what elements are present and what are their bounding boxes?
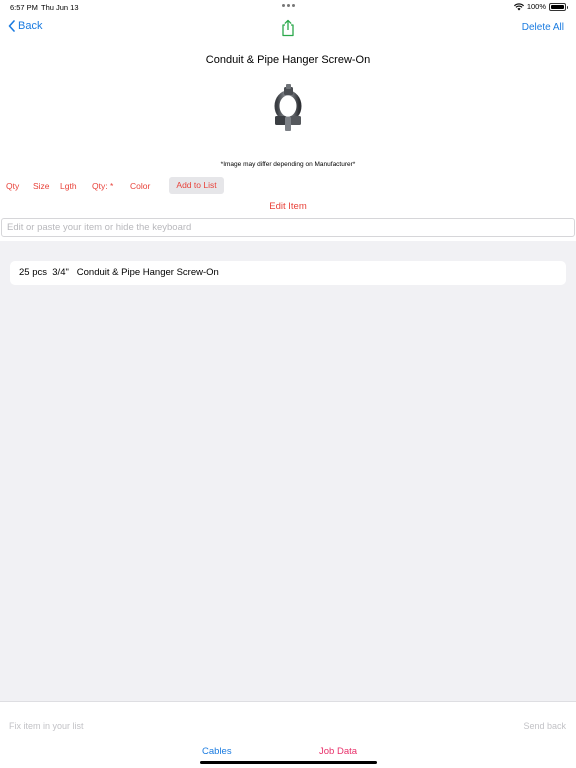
multitasking-dots-icon[interactable] (282, 4, 295, 7)
attribute-row: Qty Size Lgth Qty: * Color Add to List (0, 176, 576, 194)
size-button[interactable]: Size (33, 181, 50, 191)
item-title: Conduit & Pipe Hanger Screw-On (205, 54, 371, 66)
nav-bar: Back Delete All (0, 14, 576, 44)
tab-cables[interactable]: Cables (202, 746, 232, 757)
back-label: Back (18, 20, 43, 32)
wifi-icon (513, 2, 524, 10)
bottom-bar: Fix item in your list Send back Cables J… (0, 701, 576, 768)
battery-percent: 100% (526, 2, 546, 11)
edit-item-input[interactable] (1, 218, 575, 237)
status-time: 6:57 PM (10, 3, 38, 12)
status-date: Thu Jun 13 (41, 3, 79, 12)
qty-button[interactable]: Qty (6, 181, 19, 191)
share-icon[interactable] (280, 19, 296, 37)
home-indicator[interactable] (200, 761, 377, 764)
length-button[interactable]: Lgth (60, 181, 77, 191)
battery-icon (549, 2, 568, 11)
color-button[interactable]: Color (130, 181, 150, 191)
fix-item-input[interactable]: Fix item in your list (9, 721, 84, 731)
edit-item-button[interactable]: Edit Item (0, 201, 576, 212)
delete-all-button[interactable]: Delete All (522, 22, 564, 33)
pipe-hanger-image (274, 84, 302, 131)
status-right: 100% (513, 2, 568, 11)
add-to-list-button[interactable]: Add to List (169, 177, 224, 194)
image-disclaimer: *Image may differ depending on Manufactu… (220, 161, 356, 168)
qty-required-button[interactable]: Qty: * (92, 181, 113, 191)
item-list: 25 pcs 3/4" Conduit & Pipe Hanger Screw-… (0, 241, 576, 701)
list-item[interactable]: 25 pcs 3/4" Conduit & Pipe Hanger Screw-… (10, 261, 566, 285)
back-chevron-icon (8, 20, 15, 32)
send-back-button[interactable]: Send back (523, 721, 566, 731)
back-button[interactable]: Back (8, 20, 42, 32)
tab-job-data[interactable]: Job Data (319, 746, 357, 757)
status-bar: 6:57 PM Thu Jun 13 100% (0, 0, 576, 14)
